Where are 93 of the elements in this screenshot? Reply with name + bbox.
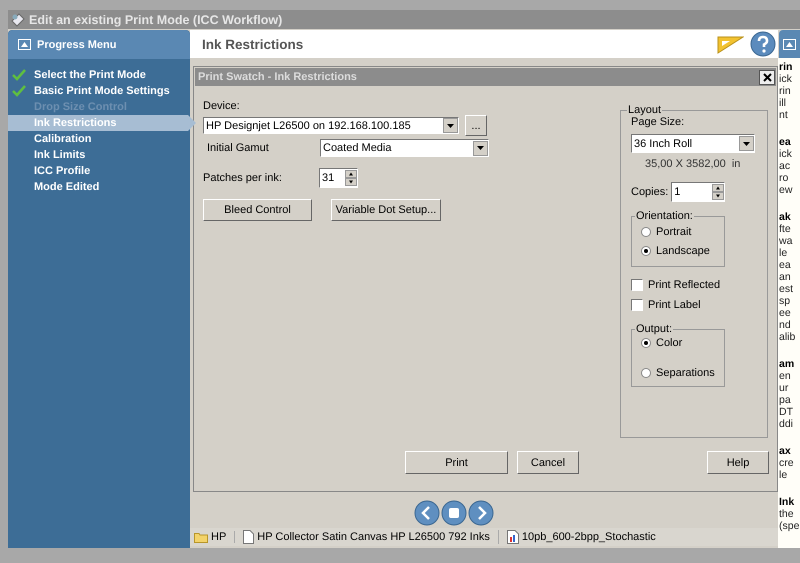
- help-text: fte: [778, 223, 792, 235]
- sidebar-title: Progress Menu: [37, 38, 116, 50]
- group-title: Output:: [635, 323, 674, 335]
- copies-spinner[interactable]: 1: [671, 182, 726, 202]
- help-text: le: [778, 469, 788, 481]
- help-text: rin: [778, 85, 792, 97]
- close-icon: [762, 72, 772, 82]
- folder-icon: [194, 532, 208, 542]
- help-text: alib: [778, 331, 796, 343]
- help-text: ick: [778, 73, 793, 85]
- help-text: wa: [778, 235, 794, 247]
- help-heading: ak: [778, 211, 792, 223]
- help-text: the: [778, 508, 795, 520]
- help-heading: ea: [778, 136, 792, 148]
- spin-up-icon[interactable]: [712, 184, 724, 192]
- checkbox-option[interactable]: Print Label: [631, 295, 767, 315]
- progress-menu-item[interactable]: Basic Print Mode Settings: [8, 83, 190, 99]
- app-icon: [10, 12, 26, 28]
- page-size-dropdown[interactable]: 36 Inch Roll: [631, 134, 755, 153]
- collapse-icon[interactable]: [783, 38, 796, 50]
- dropdown-arrow-icon: [743, 142, 750, 146]
- browse-button[interactable]: ...: [465, 115, 487, 136]
- help-text: ddi: [778, 418, 794, 430]
- help-heading: rin: [778, 61, 794, 73]
- dialog-title: Print Swatch - Ink Restrictions: [198, 71, 358, 83]
- help-text: sp: [778, 295, 792, 307]
- help-text: ick: [778, 148, 793, 160]
- forward-button[interactable]: [468, 500, 494, 526]
- help-text: est: [778, 283, 794, 295]
- device-dropdown[interactable]: HP Designjet L26500 on 192.168.100.185: [203, 117, 459, 134]
- radio-option[interactable]: Landscape: [641, 241, 724, 260]
- check-icon: [12, 69, 26, 81]
- help-text: ro: [778, 172, 790, 184]
- dialog-button[interactable]: Variable Dot Setup...: [331, 199, 441, 221]
- help-text: ea: [778, 259, 792, 271]
- status-text: HP Collector Satin Canvas HP L26500 792 Inks: [257, 531, 490, 543]
- group-title: Layout: [627, 104, 662, 116]
- check-icon: [12, 85, 26, 97]
- help-text: cre: [778, 457, 795, 469]
- help-text: nd: [778, 319, 792, 331]
- help-text: nt: [778, 109, 789, 121]
- window-title: Edit an existing Print Mode (ICC Workflow): [29, 12, 282, 26]
- patches-label: Patches per ink:: [203, 172, 283, 184]
- progress-menu-item[interactable]: ICC Profile: [8, 163, 190, 179]
- image-file-icon: [506, 530, 519, 544]
- help-heading: ax: [778, 445, 792, 457]
- help-icon[interactable]: [750, 31, 776, 57]
- radio-option[interactable]: Color: [641, 335, 724, 350]
- help-text: DT: [778, 406, 794, 418]
- help-heading: Ink: [778, 496, 796, 508]
- help-text: an: [778, 271, 792, 283]
- dialog-button[interactable]: Print: [405, 451, 508, 474]
- progress-menu-item[interactable]: Ink Limits: [8, 147, 190, 163]
- progress-menu-item[interactable]: Mode Edited: [8, 179, 190, 195]
- patches-spinner[interactable]: 31: [319, 168, 358, 188]
- spin-down-icon[interactable]: [345, 178, 357, 186]
- copies-label: Copies:: [631, 186, 668, 198]
- dialog-button[interactable]: Bleed Control: [203, 199, 312, 221]
- back-button[interactable]: [414, 500, 440, 526]
- gamut-label: Initial Gamut: [206, 142, 270, 154]
- page-size-label: Page Size:: [631, 116, 686, 128]
- dialog-button[interactable]: Cancel: [517, 451, 579, 474]
- stop-button[interactable]: [441, 500, 467, 526]
- gamut-dropdown[interactable]: Coated Media: [320, 139, 489, 157]
- help-text: ew: [778, 184, 794, 196]
- device-label: Device:: [203, 100, 241, 112]
- group-title: Orientation:: [635, 210, 694, 222]
- help-text: ur: [778, 382, 790, 394]
- page-dimensions: 35,00 X 3582,00 in: [645, 158, 742, 170]
- close-button[interactable]: [759, 70, 775, 84]
- help-text: ee: [778, 307, 792, 319]
- help-text: (spe: [778, 520, 800, 532]
- document-icon: [243, 530, 254, 544]
- checkbox-option[interactable]: Print Reflected: [631, 275, 767, 295]
- status-text: HP: [211, 531, 226, 543]
- help-text: pa: [778, 394, 792, 406]
- help-text: en: [778, 370, 792, 382]
- spin-up-icon[interactable]: [345, 170, 357, 178]
- help-text: ill: [778, 97, 787, 109]
- dropdown-arrow-icon: [447, 124, 454, 128]
- help-text: ac: [778, 160, 792, 172]
- page-title: Ink Restrictions: [202, 36, 304, 52]
- help-text: le: [778, 247, 788, 259]
- dialog-button[interactable]: Help: [707, 451, 769, 474]
- spin-down-icon[interactable]: [712, 192, 724, 200]
- dropdown-arrow-icon: [477, 146, 484, 150]
- progress-menu-item[interactable]: Calibration: [8, 131, 190, 147]
- status-text: 10pb_600-2bpp_Stochastic: [522, 531, 656, 543]
- help-heading: am: [778, 358, 796, 370]
- progress-menu-item[interactable]: Select the Print Mode: [8, 67, 190, 83]
- radio-option[interactable]: Portrait: [641, 222, 724, 241]
- radio-option[interactable]: Separations: [641, 365, 724, 380]
- collapse-icon[interactable]: [18, 39, 31, 50]
